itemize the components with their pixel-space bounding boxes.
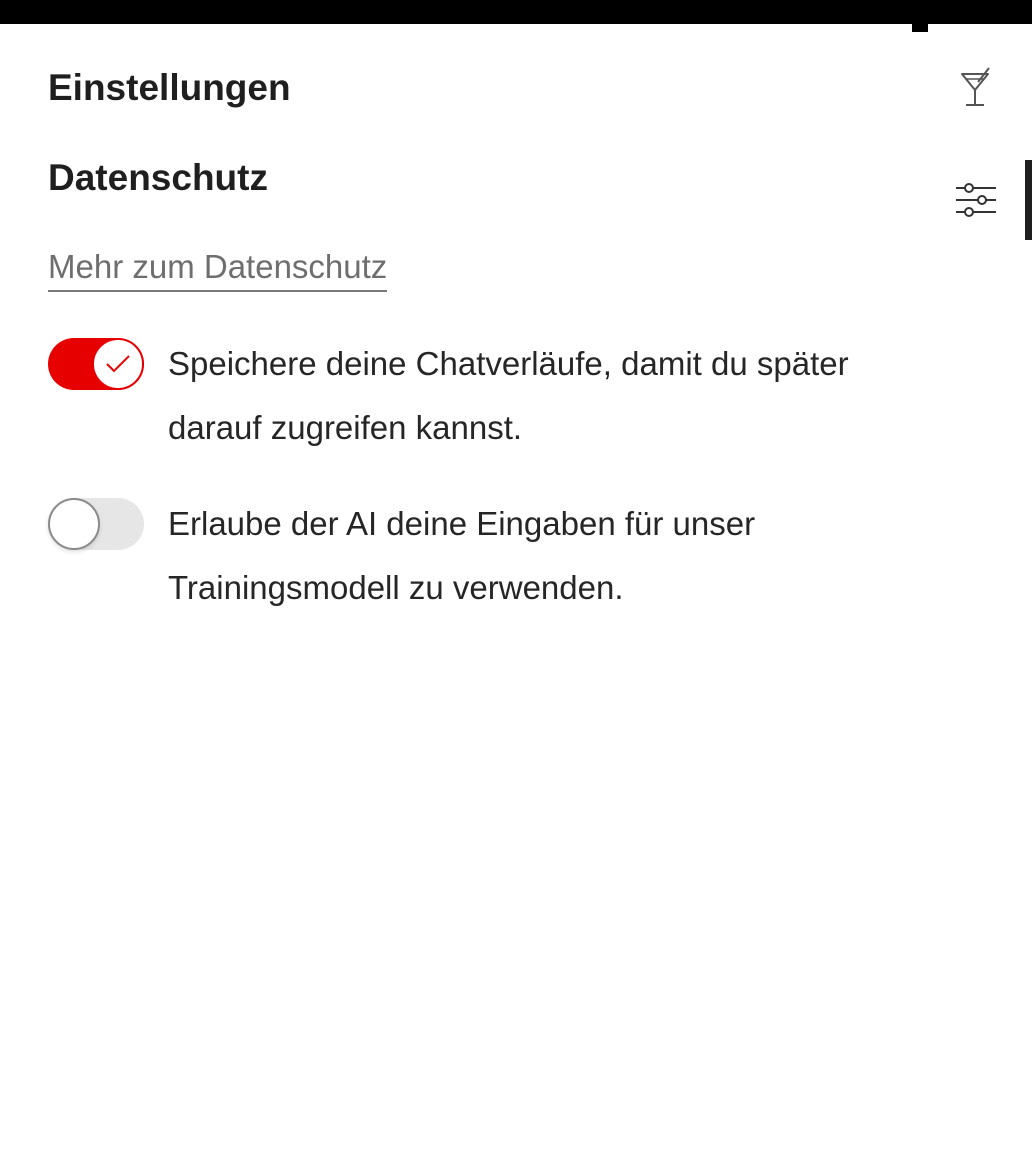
page-title: Einstellungen bbox=[48, 67, 291, 108]
top-bar-notch bbox=[912, 24, 928, 32]
active-indicator bbox=[1025, 160, 1032, 240]
privacy-more-link[interactable]: Mehr zum Datenschutz bbox=[48, 246, 388, 292]
section-title-privacy: Datenschutz bbox=[48, 157, 268, 198]
sliders-icon bbox=[956, 183, 996, 217]
setting-label: Erlaube der AI deine Eingaben für unser … bbox=[168, 505, 756, 606]
allow-ai-training-toggle[interactable] bbox=[48, 498, 144, 550]
save-chat-history-toggle[interactable] bbox=[48, 338, 144, 390]
toggle-knob bbox=[92, 338, 144, 390]
checkmark-icon bbox=[106, 355, 130, 373]
toggle-knob bbox=[48, 498, 100, 550]
cocktail-glass-icon bbox=[961, 67, 990, 106]
drink-button[interactable] bbox=[948, 60, 1004, 116]
setting-label: Speichere deine Chatverläufe, damit du s… bbox=[168, 345, 849, 446]
top-bar bbox=[0, 0, 1032, 24]
settings-button[interactable] bbox=[948, 172, 1004, 228]
